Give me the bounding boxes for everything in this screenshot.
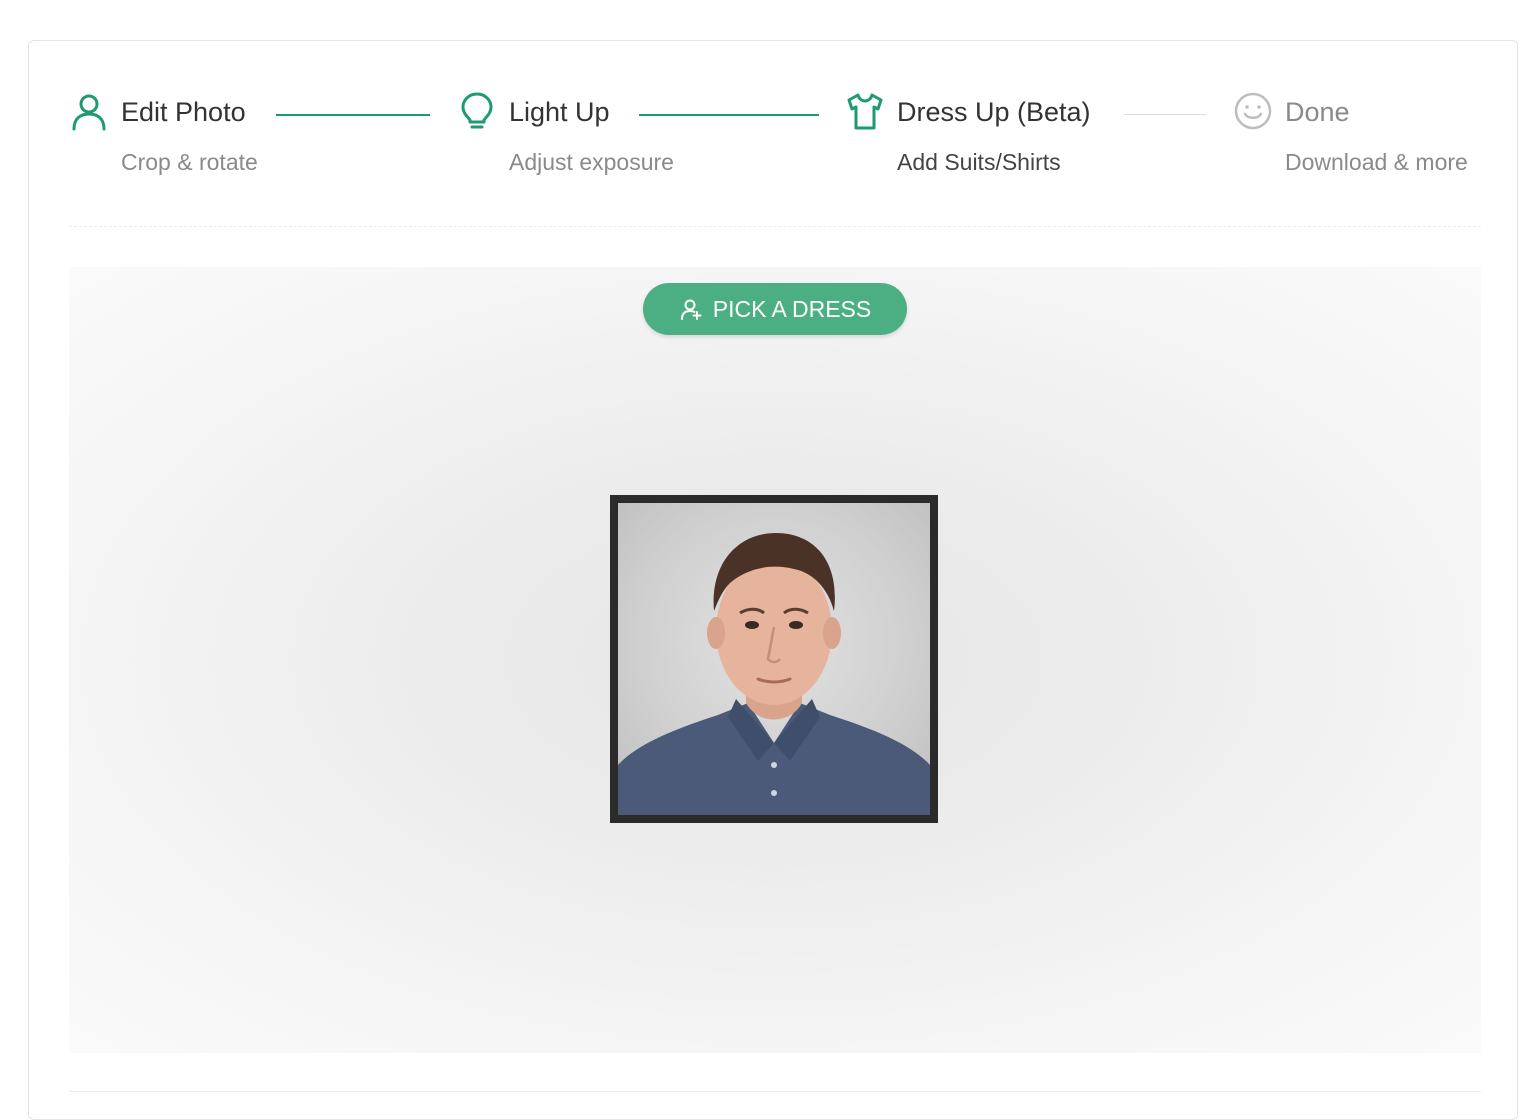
step-connector [1124,114,1206,115]
lightbulb-icon [461,92,493,129]
editor-card: Edit Photo Crop & rotate Light Up Adjust… [28,40,1518,1120]
step-subtitle: Add Suits/Shirts [897,149,1061,175]
step-title: Edit Photo [121,97,246,127]
divider [69,226,1481,227]
step-title: Dress Up (Beta) [897,97,1091,127]
smiley-icon [1234,92,1272,130]
pick-a-dress-button[interactable]: PICK A DRESS [643,283,907,335]
add-user-icon [680,299,702,320]
footer-divider [69,1091,1481,1092]
portrait-illustration [618,533,930,815]
step-subtitle: Adjust exposure [509,149,674,175]
tshirt-icon [847,93,883,130]
step-subtitle: Download & more [1285,149,1468,175]
step-title: Light Up [509,97,610,127]
portrait-photo [618,503,930,815]
photo-frame [610,495,938,823]
user-icon [72,94,106,131]
step-subtitle: Crop & rotate [121,149,258,175]
step-connector [639,114,819,116]
step-title: Done [1285,97,1350,127]
pick-a-dress-label: PICK A DRESS [712,295,872,322]
preview-stage: PICK A DRESS [69,267,1481,1053]
step-connector [276,114,430,116]
stepper: Edit Photo Crop & rotate Light Up Adjust… [69,89,1481,189]
